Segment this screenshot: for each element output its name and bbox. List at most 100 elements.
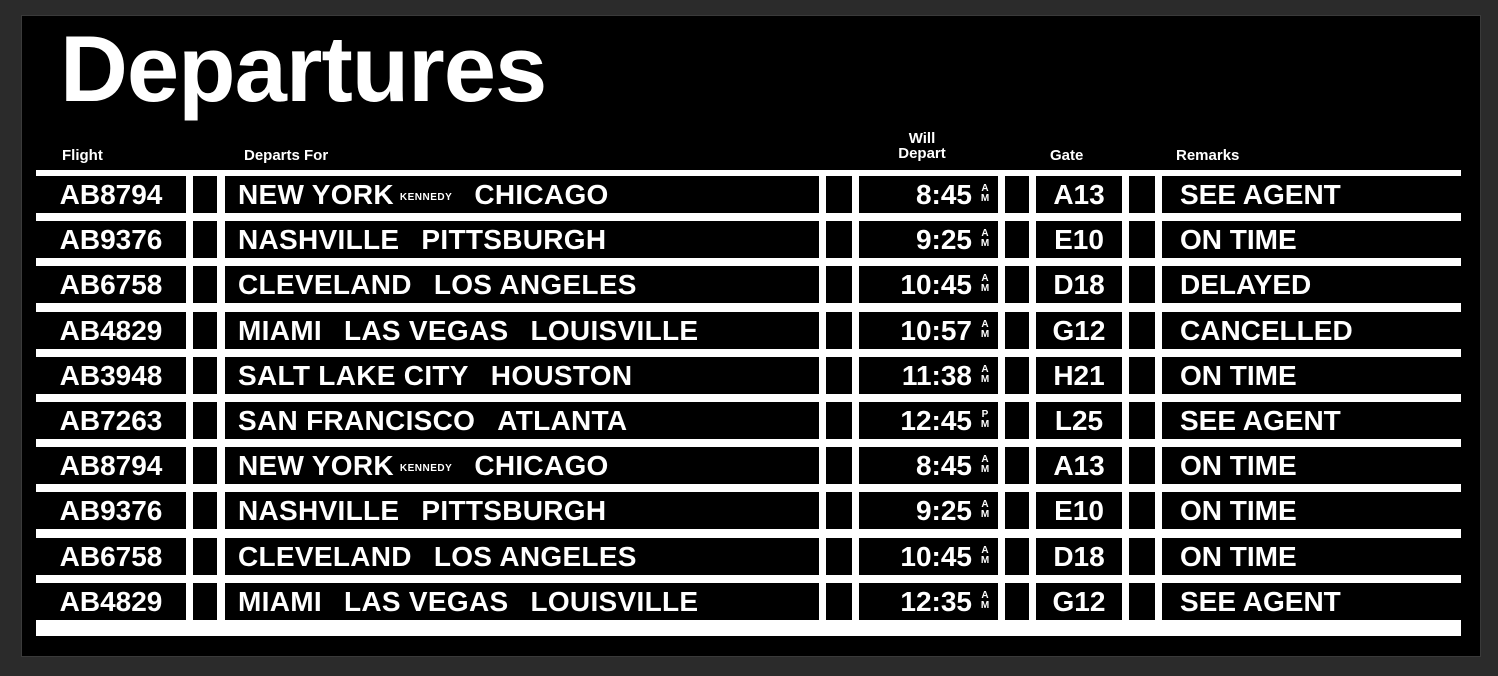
destinations: NEW YORK KENNEDY CHICAGO (225, 176, 819, 213)
column-divider (193, 356, 217, 394)
departure-time-value: 11:38 (901, 359, 972, 391)
destination-city-name: SALT LAKE CITY (238, 359, 469, 391)
destination-city-name: SAN FRANCISCO (238, 405, 476, 436)
departure-time-value: 12:35 (900, 585, 972, 617)
destination-city: CHICAGO (474, 447, 608, 484)
gate: D18 (1036, 537, 1122, 575)
departure-time: 10:45 A M (859, 266, 998, 304)
destination-city: HOUSTON (491, 357, 633, 394)
column-divider (193, 447, 217, 485)
am-pm-letter: M (980, 193, 990, 204)
departure-time-value: 9:25 (915, 224, 972, 256)
destination-city-name: MIAMI (238, 314, 322, 346)
departure-time-value: 8:45 (915, 450, 972, 482)
gate: E10 (1036, 492, 1122, 530)
column-divider (193, 492, 217, 530)
am-pm-letter: M (980, 328, 990, 340)
departure-time-value: 9:25 (915, 495, 972, 527)
destination-city-name: HOUSTON (490, 359, 633, 391)
am-pm-indicator: AM (979, 184, 991, 204)
header-gate: Gate (1050, 147, 1084, 164)
am-pm-indicator: AM (979, 590, 991, 611)
destinations: NASHVILLE PITTSBURGH (225, 492, 819, 530)
destinations: NEW YORK KENNEDY CHICAGO (225, 447, 819, 485)
destinations: MIAMI LAS VEGAS LOUISVILLE (225, 311, 819, 349)
flight-number: AB4829 (36, 582, 186, 620)
am-pm-letter: M (980, 599, 990, 611)
column-divider (193, 266, 217, 304)
column-divider (1129, 582, 1155, 620)
destination-city: NASHVILLE (238, 492, 399, 529)
am-pm-letter: M (980, 419, 990, 430)
column-divider (826, 582, 852, 620)
column-divider (826, 492, 852, 530)
gate: D18 (1036, 266, 1122, 304)
column-divider (1129, 221, 1155, 259)
column-divider (1005, 537, 1029, 575)
column-divider (1005, 266, 1029, 304)
gate: E10 (1036, 221, 1122, 259)
column-divider (826, 176, 852, 213)
column-divider (1005, 221, 1029, 259)
destination-city: SALT LAKE CITY (238, 357, 469, 394)
column-divider (193, 311, 217, 349)
departure-time: 10:45 A M (859, 537, 998, 575)
column-divider (1005, 447, 1029, 485)
remark: ON TIME (1162, 492, 1461, 530)
column-divider (193, 402, 217, 439)
column-divider (826, 356, 852, 394)
destination-city-name: LOS ANGELES (433, 269, 637, 301)
destination-city: MIAMI (238, 583, 322, 620)
am-pm-letter: M (980, 554, 990, 566)
destination-city-name: PITTSBURGH (421, 224, 607, 256)
column-divider (826, 266, 852, 304)
column-divider (1005, 356, 1029, 394)
gate: L25 (1036, 402, 1122, 439)
am-pm-indicator: AM (979, 274, 991, 294)
destination-city: LOUISVILLE (530, 583, 698, 620)
destination-city: CHICAGO (474, 176, 608, 213)
flight-number: AB6758 (36, 537, 186, 575)
column-divider (826, 537, 852, 575)
column-divider (1129, 176, 1155, 213)
am-pm-letter: M (980, 283, 990, 295)
destination-city: LAS VEGAS (344, 312, 509, 349)
flight-number: AB7263 (36, 402, 186, 439)
remark: SEE AGENT (1162, 582, 1461, 620)
destination-city-name: LAS VEGAS (343, 314, 509, 346)
header-departs-for: Departs For (244, 147, 329, 164)
am-pm-indicator: PM (979, 410, 991, 430)
remark: ON TIME (1162, 447, 1461, 485)
flight-number: AB9376 (36, 492, 186, 530)
departure-time-value: 10:45 (900, 540, 972, 572)
departure-row: AB7263 SAN FRANCISCO ATLANTA 12:45 P M L25 SEE … (36, 402, 1461, 439)
departure-time: 9:25 A M (859, 221, 998, 259)
destinations: SAN FRANCISCO ATLANTA (225, 402, 819, 439)
departure-time: 8:45 A M (859, 176, 998, 213)
departures-table: AB8794 NEW YORK KENNEDY CHICAGO 8:45 A M A13 SEE… (36, 170, 1461, 636)
destination-city: CLEVELAND (238, 538, 412, 575)
destinations: CLEVELAND LOS ANGELES (225, 537, 819, 575)
gate: G12 (1036, 582, 1122, 620)
destination-city: SAN FRANCISCO (238, 402, 475, 439)
destination-city-name: PITTSBURGH (421, 495, 607, 527)
remark: ON TIME (1162, 356, 1461, 394)
destination-city: LOUISVILLE (530, 312, 698, 349)
column-divider (1129, 537, 1155, 575)
departure-time: 12:45 P M (859, 402, 998, 439)
destination-city: PITTSBURGH (421, 221, 606, 258)
column-divider (826, 311, 852, 349)
gate: G12 (1036, 311, 1122, 349)
am-pm-indicator: AM (979, 229, 991, 249)
column-divider (193, 537, 217, 575)
column-divider (193, 176, 217, 213)
destination-city-name: CLEVELAND (238, 540, 412, 572)
destination-city: LOS ANGELES (434, 266, 637, 303)
am-pm-letter: M (980, 464, 990, 476)
destination-city-name: NEW YORK (238, 179, 394, 210)
departure-time-value: 10:45 (900, 269, 972, 301)
departures-board: Departures Flight Departs For Will Depar… (22, 16, 1480, 656)
departure-time: 11:38 A M (859, 356, 998, 394)
gate: A13 (1036, 176, 1122, 213)
header-will-depart: Will Depart (882, 131, 962, 161)
